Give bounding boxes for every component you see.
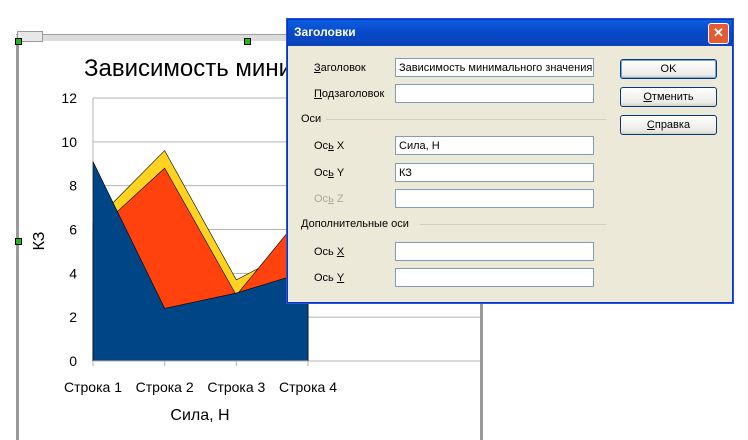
- title-label-text: аголовок: [320, 62, 366, 74]
- secondary-y-axis-label: Ось Y: [314, 272, 344, 284]
- x-tick-label: Строка 2: [136, 379, 194, 395]
- subtitle-label-accel: П: [314, 88, 322, 100]
- subtitle-field[interactable]: [395, 84, 594, 103]
- z-axis-title-label-a: Ос: [314, 193, 329, 205]
- y-axis-title-field[interactable]: КЗ: [395, 163, 594, 182]
- title-label: Заголовок: [314, 62, 366, 74]
- chart-title: Зависимость мини: [84, 55, 292, 82]
- y-tick-label: 4: [69, 265, 77, 281]
- dialog-titlebar[interactable]: Заголовки ✕: [288, 20, 732, 46]
- x-axis-ticks: Строка 1 Строка 2 Строка 3 Строка 4: [64, 361, 337, 395]
- help-button-accel: С: [646, 119, 655, 131]
- subtitle-label: Подзаголовок: [314, 88, 384, 100]
- x-axis-title-label-c: X: [333, 140, 345, 152]
- subtitle-label-text: одзаголовок: [321, 88, 385, 100]
- help-button[interactable]: Справка: [620, 115, 717, 135]
- dialog-title: Заголовки: [294, 25, 356, 39]
- secondary-y-axis-label-accel: Y: [336, 272, 345, 284]
- x-axis-title-label: Ось X: [314, 140, 344, 152]
- chart-areas: [92, 150, 309, 362]
- y-axis-ticks: 0 2 4 6 8 10 12: [61, 90, 77, 369]
- secondary-axes-separator: [420, 224, 606, 225]
- secondary-y-axis-label-a: Ось: [314, 272, 337, 284]
- cancel-button-accel: О: [643, 91, 652, 103]
- y-tick-label: 12: [61, 90, 77, 106]
- axes-section-label: Оси: [301, 113, 322, 125]
- x-axis-title-field[interactable]: Сила, Н: [395, 136, 594, 155]
- x-tick-label: Строка 3: [207, 379, 265, 395]
- title-label-accel: З: [314, 62, 321, 74]
- y-tick-label: 10: [61, 134, 77, 150]
- x-axis-label: Сила, Н: [170, 407, 229, 424]
- y-tick-label: 6: [69, 222, 77, 238]
- titles-dialog: Заголовки ✕ Заголовок Зависимость минима…: [287, 19, 733, 303]
- y-tick-label: 8: [69, 178, 77, 194]
- ok-button[interactable]: OK: [620, 59, 717, 79]
- axes-separator: [326, 119, 606, 120]
- z-axis-title-field: [395, 189, 594, 208]
- secondary-x-axis-label: Ось X: [314, 246, 344, 258]
- z-axis-title-label-c: Z: [333, 193, 344, 205]
- y-axis-title-label: Ось Y: [314, 167, 344, 179]
- x-tick-label: Строка 4: [279, 379, 337, 395]
- secondary-y-axis-field[interactable]: [395, 268, 594, 287]
- y-axis-title-label-c: Y: [333, 167, 345, 179]
- secondary-axes-section-label: Дополнительные оси: [301, 218, 409, 230]
- secondary-x-axis-field[interactable]: [395, 242, 594, 261]
- secondary-x-axis-label-a: Ось: [314, 246, 337, 258]
- help-button-text: правка: [654, 119, 691, 131]
- y-axis-label: КЗ: [31, 232, 48, 251]
- y-tick-label: 2: [69, 309, 77, 325]
- cancel-button[interactable]: Отменить: [620, 87, 717, 107]
- secondary-x-axis-label-accel: X: [336, 246, 345, 258]
- y-tick-label: 0: [69, 353, 77, 369]
- z-axis-title-label: Ось Z: [314, 193, 344, 205]
- x-tick-label: Строка 1: [64, 379, 122, 395]
- cancel-button-text: тменить: [651, 91, 694, 103]
- close-icon[interactable]: ✕: [708, 23, 729, 44]
- y-axis-title-label-a: Ос: [314, 167, 329, 179]
- x-axis-title-label-a: Ос: [314, 140, 329, 152]
- title-field[interactable]: Зависимость минимального значения К: [395, 58, 594, 77]
